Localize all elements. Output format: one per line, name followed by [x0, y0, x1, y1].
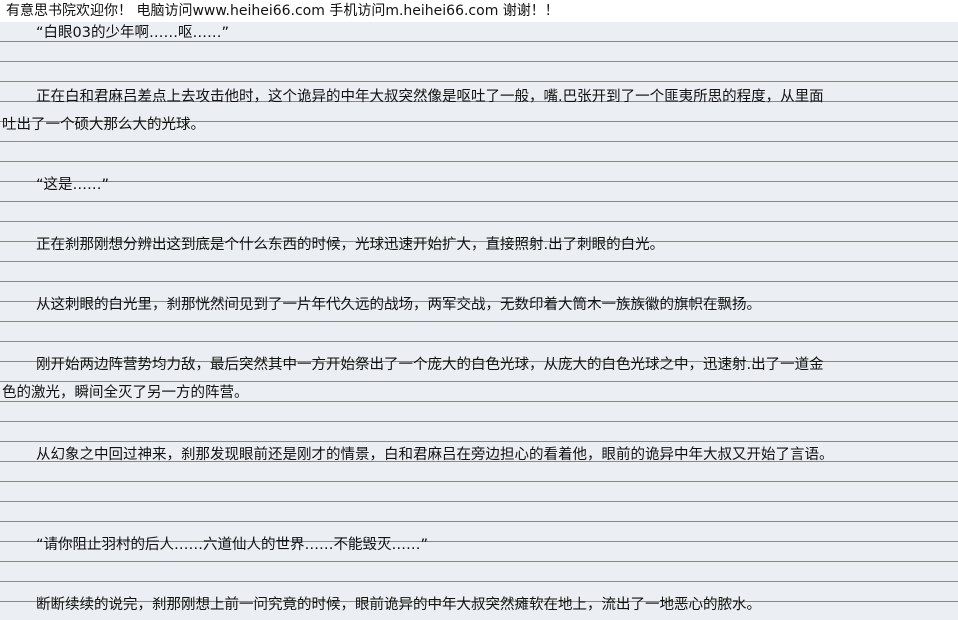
banner-text: 有意思书院欢迎你！ 电脑访问www.heihei66.com 手机访问m.hei…	[6, 3, 559, 19]
paragraph-6-line-2: 色的激光，瞬间全灭了另一方的阵营。	[2, 385, 249, 401]
paragraph-9: 断断续续的说完，刹那刚想上前一问究竟的时候，眼前诡异的中年大叔突然瘫软在地上，流…	[36, 597, 761, 613]
paragraph-5: 从这刺眼的白光里，刹那恍然间见到了一片年代久远的战场，两军交战，无数印着大筒木一…	[36, 297, 761, 313]
site-banner: 有意思书院欢迎你！ 电脑访问www.heihei66.com 手机访问m.hei…	[0, 0, 958, 22]
reading-page: “白眼03的少年啊……呕……” 正在白和君麻吕差点上去攻击他时，这个诡异的中年大…	[0, 22, 958, 620]
paragraph-2-line-1: 正在白和君麻吕差点上去攻击他时，这个诡异的中年大叔突然像是呕吐了一般，嘴.巴张开…	[36, 89, 824, 105]
paragraph-2-line-2: 吐出了一个硕大那么大的光球。	[2, 117, 205, 133]
paragraph-8: “请你阻止羽村的后人……六道仙人的世界……不能毁灭……”	[36, 537, 429, 553]
paragraph-7: 从幻象之中回过神来，刹那发现眼前还是刚才的情景，白和君麻吕在旁边担心的看着他，眼…	[36, 447, 834, 463]
paragraph-4: 正在刹那刚想分辨出这到底是个什么东西的时候，光球迅速开始扩大，直接照射.出了刺眼…	[36, 237, 665, 253]
paragraph-6-line-1: 刚开始两边阵营势均力敌，最后突然其中一方开始祭出了一个庞大的白色光球，从庞大的白…	[36, 357, 824, 373]
paragraph-1: “白眼03的少年啊……呕……”	[36, 25, 229, 41]
paragraph-3: “这是……”	[36, 177, 110, 193]
